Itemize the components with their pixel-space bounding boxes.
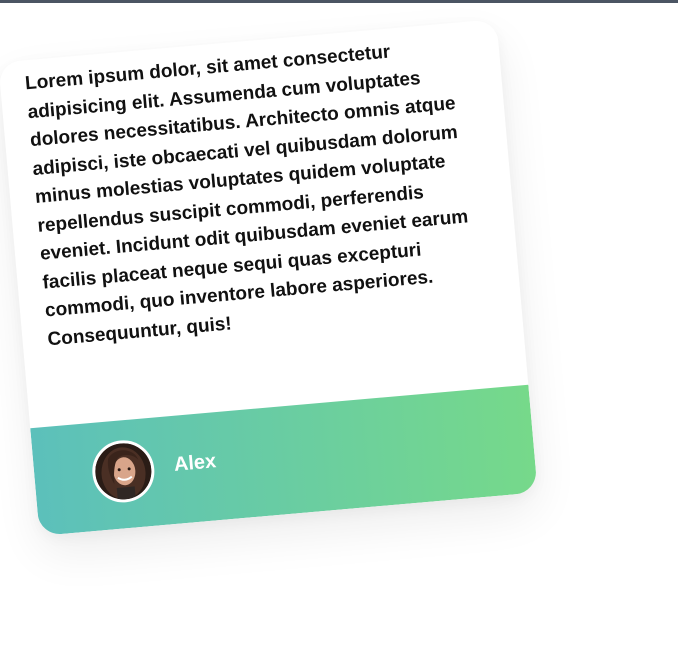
- testimonial-quote: Lorem ipsum dolor, sit amet consectetur …: [24, 41, 470, 350]
- top-divider: [0, 0, 678, 3]
- author-avatar: [89, 437, 157, 505]
- testimonial-footer: Alex: [30, 384, 538, 536]
- avatar-photo-icon: [93, 441, 154, 502]
- author-name: Alex: [173, 450, 218, 476]
- testimonial-card: Lorem ipsum dolor, sit amet consectetur …: [0, 19, 538, 536]
